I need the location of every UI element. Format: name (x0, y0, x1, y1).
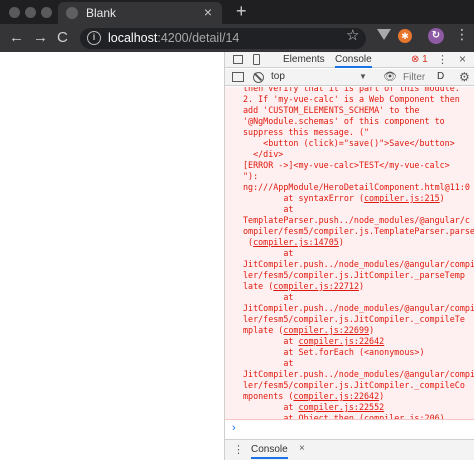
tab-title: Blank (86, 6, 117, 20)
chevron-down-icon: ▼ (359, 72, 367, 81)
console-line: JitCompiler.push../node_modules/@angular… (243, 259, 474, 269)
devtools-panel: Elements Console ⊗ 1 ⋮ × top ▼ 👁 D ⚙ the… (224, 52, 474, 460)
drawer-close-icon[interactable]: × (299, 443, 305, 454)
source-link[interactable]: compiler.js:14705 (253, 237, 339, 247)
console-line: at (243, 292, 294, 302)
extension-icon[interactable]: ✱ (398, 29, 412, 43)
console-line: at syntaxError (compiler.js:215) (243, 193, 445, 203)
profile-avatar[interactable]: ↻ (428, 28, 444, 44)
console-line: at (243, 204, 294, 214)
tab-close-icon[interactable]: × (204, 4, 212, 20)
tab-console[interactable]: Console (335, 54, 372, 68)
forward-arrow-icon[interactable]: → (33, 29, 48, 46)
console-line: at (243, 358, 294, 368)
url-host: localhost (108, 31, 158, 45)
console-line: JitCompiler.push../node_modules/@angular… (243, 303, 474, 313)
console-line: late (compiler.js:22712) (243, 281, 365, 291)
console-line: ompiler/fesm5/compiler.js.TemplateParser… (243, 226, 474, 236)
console-line: </div> (243, 149, 284, 159)
back-arrow-icon[interactable]: ← (9, 29, 24, 46)
browser-tab[interactable]: Blank × (58, 2, 222, 24)
url-path: :4200/detail/14 (157, 31, 240, 45)
console-line: "): (243, 171, 259, 181)
context-selector[interactable]: top (271, 71, 367, 84)
browser-menu-icon[interactable]: ⋮ (455, 26, 469, 43)
devtools-drawer: ⋮ Console × (225, 439, 474, 460)
console-sidebar-icon[interactable] (232, 72, 244, 82)
console-line: at (243, 248, 294, 258)
url-text[interactable]: localhost:4200/detail/14 (108, 31, 239, 45)
console-line: suppress this message. (" (243, 127, 370, 137)
close-window-button[interactable] (9, 7, 20, 18)
error-count-badge[interactable]: ⊗ 1 (411, 54, 428, 65)
console-line: ler/fesm5/compiler.js.JitCompiler._compi… (243, 380, 465, 390)
source-link[interactable]: compiler.js:22642 (293, 391, 379, 401)
console-line: at Set.forEach (<anonymous>) (243, 347, 425, 357)
console-error-message: then verify that it is part of this modu… (225, 87, 474, 420)
error-stack-trace: then verify that it is part of this modu… (243, 87, 474, 419)
console-settings-gear-icon[interactable]: ⚙ (459, 70, 470, 84)
console-line: ng:///AppModule/HeroDetailComponent.html… (243, 182, 470, 192)
prompt-chevron-icon: › (232, 422, 236, 434)
address-bar[interactable]: i localhost:4200/detail/14 (80, 28, 366, 49)
console-line: then verify that it is part of this modu… (243, 87, 460, 93)
drawer-menu-icon[interactable]: ⋮ (233, 443, 244, 456)
console-line: at compiler.js:22642 (243, 336, 385, 346)
source-link[interactable]: compiler.js:22699 (283, 325, 369, 335)
reload-icon[interactable]: C (57, 29, 68, 46)
devtools-close-icon[interactable]: × (459, 52, 466, 66)
title-bar: Blank × + (0, 0, 474, 24)
console-line: mplate (compiler.js:22699) (243, 325, 375, 335)
bookmark-star-icon[interactable]: ☆ (346, 26, 359, 44)
source-link[interactable]: compiler.js:22552 (298, 402, 384, 412)
log-levels-dropdown[interactable]: D (437, 71, 444, 82)
error-count: 1 (422, 54, 428, 65)
globe-icon (66, 7, 78, 19)
console-line: at compiler.js:22552 (243, 402, 385, 412)
maximize-window-button[interactable] (41, 7, 52, 18)
live-expression-eye-icon[interactable]: 👁 (383, 70, 397, 83)
drawer-tab-console[interactable]: Console (251, 444, 288, 459)
console-line: ler/fesm5/compiler.js.JitCompiler._parse… (243, 270, 465, 280)
clear-console-icon[interactable] (253, 72, 264, 83)
console-line: '@NgModule.schemas' of this component to (243, 116, 445, 126)
console-line: add 'CUSTOM_ELEMENTS_SCHEMA' to the (243, 105, 420, 115)
devtools-menu-icon[interactable]: ⋮ (437, 53, 448, 66)
console-filter-input[interactable] (403, 71, 433, 84)
error-icon: ⊗ (411, 54, 420, 65)
source-link[interactable]: compiler.js:215 (364, 193, 440, 203)
console-toolbar: top ▼ 👁 D ⚙ (225, 69, 474, 86)
device-toolbar-icon[interactable] (253, 54, 260, 65)
source-link[interactable]: compiler.js:206 (364, 413, 440, 419)
console-line: TemplateParser.push../node_modules/@angu… (243, 215, 470, 225)
console-line: at Object.then (compiler.js:206) (243, 413, 473, 419)
inspect-element-icon[interactable] (233, 55, 243, 64)
console-line: [ERROR ->]<my-vue-calc>TEST</my-vue-calc… (243, 160, 450, 170)
minimize-window-button[interactable] (25, 7, 36, 18)
console-line: ler/fesm5/compiler.js.JitCompiler._compi… (243, 314, 465, 324)
devtools-tab-bar: Elements Console ⊗ 1 ⋮ × (225, 52, 474, 68)
console-line: mponents (compiler.js:22642) (243, 391, 385, 401)
source-link[interactable]: compiler.js:22712 (273, 281, 359, 291)
source-link[interactable]: compiler.js:22642 (298, 336, 384, 346)
console-line: 2. If 'my-vue-calc' is a Web Component t… (243, 94, 460, 104)
vue-devtools-extension-icon[interactable] (377, 29, 391, 40)
new-tab-button[interactable]: + (236, 1, 247, 22)
console-line: <button (click)="save()">Save</button> (243, 138, 455, 148)
console-line: (compiler.js:14705) (243, 237, 344, 247)
console-prompt[interactable]: › (225, 421, 474, 439)
tab-elements[interactable]: Elements (283, 54, 325, 65)
info-icon[interactable]: i (87, 31, 101, 45)
console-line: JitCompiler.push../node_modules/@angular… (243, 369, 474, 379)
page-viewport (0, 52, 224, 460)
